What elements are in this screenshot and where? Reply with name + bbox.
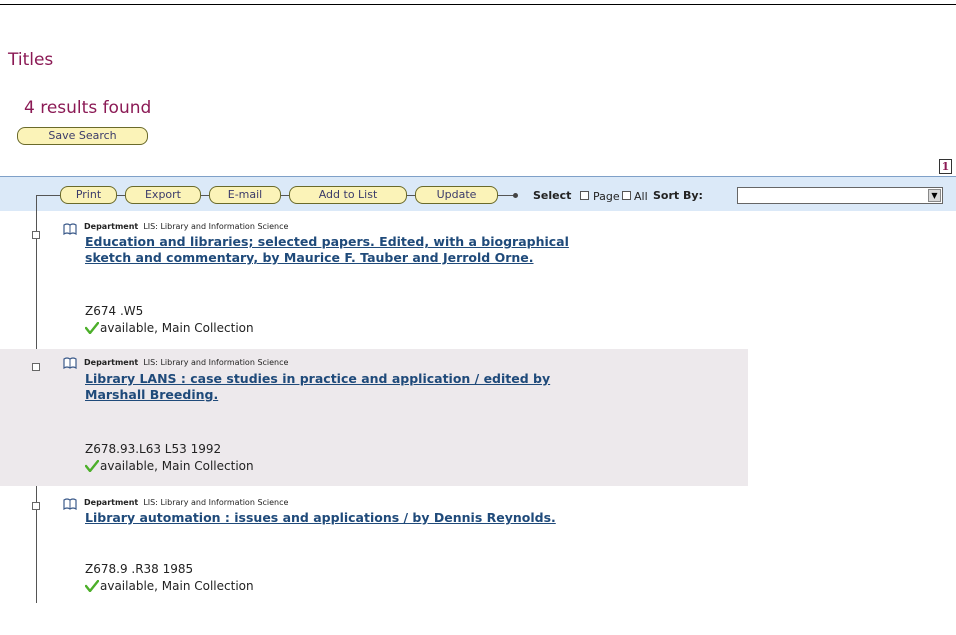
tree-connector-line (498, 195, 514, 196)
export-button[interactable]: Export (125, 186, 201, 204)
results-count: 4 results found (24, 98, 152, 118)
record-select-checkbox[interactable] (32, 363, 40, 371)
record-department: Department LIS: Library and Information … (84, 222, 288, 231)
availability-text: available, Main Collection (100, 459, 254, 473)
record-availability: available, Main Collection (85, 459, 254, 473)
select-all-label: All (634, 190, 648, 203)
record-select-checkbox[interactable] (32, 231, 40, 239)
select-all-checkbox[interactable] (622, 191, 631, 200)
department-value: LIS: Library and Information Science (143, 222, 289, 231)
result-record: Department LIS: Library and Information … (0, 214, 748, 345)
record-title-link[interactable]: Library automation : issues and applicat… (85, 510, 605, 526)
top-divider (0, 4, 956, 5)
tree-connector-line (117, 195, 125, 196)
tree-connector-line (407, 195, 415, 196)
availability-text: available, Main Collection (100, 321, 254, 335)
department-label: Department (84, 222, 139, 231)
record-title-link[interactable]: Education and libraries; selected papers… (85, 234, 605, 266)
record-title-line[interactable]: Education and libraries; selected papers… (85, 234, 569, 249)
record-title-line[interactable]: sketch and commentary, by Maurice F. Tau… (85, 250, 534, 265)
record-select-checkbox[interactable] (32, 502, 40, 510)
department-value: LIS: Library and Information Science (143, 358, 289, 367)
result-record: Department LIS: Library and Information … (0, 490, 748, 610)
department-label: Department (84, 498, 139, 507)
record-title-line[interactable]: Marshall Breeding. (85, 387, 218, 402)
add-to-list-button[interactable]: Add to List (289, 186, 407, 204)
result-record: Department LIS: Library and Information … (0, 349, 748, 486)
record-call-number: Z678.93.L63 L53 1992 (85, 442, 222, 456)
record-availability: available, Main Collection (85, 579, 254, 593)
select-page-label: Page (593, 190, 620, 203)
record-title-link[interactable]: Library LANS : case studies in practice … (85, 371, 605, 403)
sort-by-select[interactable]: ▼ (737, 187, 943, 204)
record-title-line[interactable]: Library automation : issues and applicat… (85, 510, 556, 525)
email-button[interactable]: E-mail (209, 186, 281, 204)
select-label: Select (533, 189, 572, 202)
page-number-link[interactable]: 1 (939, 159, 952, 174)
check-icon (85, 580, 99, 592)
save-search-button[interactable]: Save Search (17, 127, 148, 145)
record-availability: available, Main Collection (85, 321, 254, 335)
book-icon (63, 223, 77, 235)
update-button[interactable]: Update (415, 186, 498, 204)
select-page-checkbox[interactable] (580, 191, 589, 200)
record-department: Department LIS: Library and Information … (84, 358, 288, 367)
availability-text: available, Main Collection (100, 579, 254, 593)
department-value: LIS: Library and Information Science (143, 498, 289, 507)
page-title: Titles (8, 50, 54, 70)
check-icon (85, 460, 99, 472)
tree-connector-line (201, 195, 209, 196)
record-title-line[interactable]: Library LANS : case studies in practice … (85, 371, 550, 386)
print-button[interactable]: Print (60, 186, 117, 204)
record-call-number: Z678.9 .R38 1985 (85, 562, 194, 576)
chevron-down-icon[interactable]: ▼ (928, 189, 941, 202)
record-department: Department LIS: Library and Information … (84, 498, 288, 507)
book-icon (63, 498, 77, 510)
department-label: Department (84, 358, 139, 367)
tree-connector-line (36, 195, 61, 196)
record-call-number: Z674 .W5 (85, 304, 144, 318)
connector-end-dot (513, 193, 518, 198)
check-icon (85, 322, 99, 334)
book-icon (63, 357, 77, 369)
tree-connector-line (281, 195, 289, 196)
sort-by-label: Sort By: (653, 189, 703, 202)
